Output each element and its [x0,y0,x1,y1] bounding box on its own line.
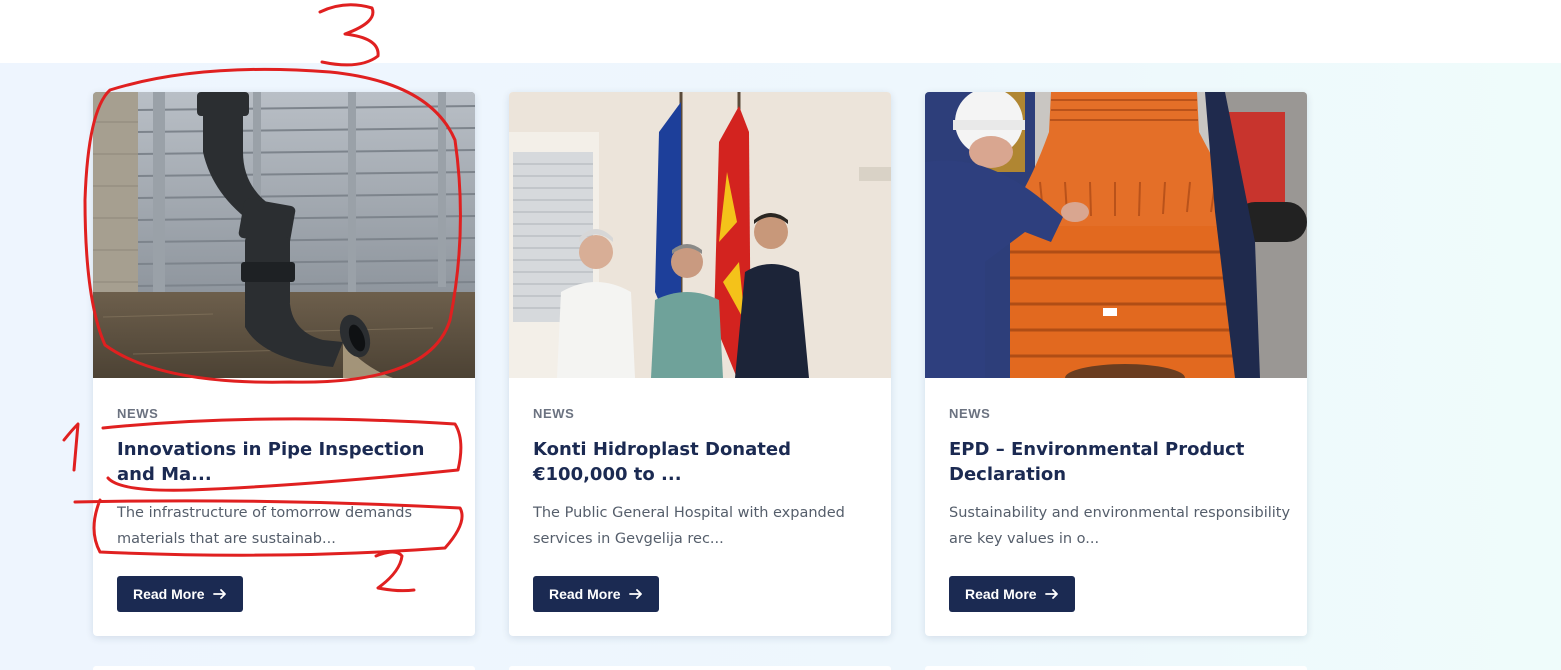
card-image-manhole[interactable] [925,92,1307,378]
card-excerpt: The Public General Hospital with expande… [533,505,845,547]
card-excerpt: Sustainability and environmental respons… [949,505,1291,547]
card-title[interactable]: EPD – Environmental Product Declaration [949,437,1289,487]
next-card-edge [93,666,475,670]
arrow-right-icon [212,587,227,601]
next-card-edge [925,666,1307,670]
read-more-button[interactable]: Read More [533,576,659,612]
card-title[interactable]: Konti Hidroplast Donated €100,000 to ... [533,437,873,487]
read-more-button[interactable]: Read More [117,576,243,612]
next-card-edge [509,666,891,670]
read-more-button[interactable]: Read More [949,576,1075,612]
card-image-pipe[interactable] [93,92,475,378]
arrow-right-icon [628,587,643,601]
card-category: NEWS [117,406,159,421]
read-more-label: Read More [133,586,205,602]
news-card[interactable]: NEWS Konti Hidroplast Donated €100,000 t… [509,92,891,636]
card-image-donation[interactable] [509,92,891,378]
news-card[interactable]: NEWS EPD – Environmental Product Declara… [925,92,1307,636]
header-area [0,0,1561,63]
news-card[interactable]: NEWS Innovations in Pipe Inspection and … [93,92,475,636]
arrow-right-icon [1044,587,1059,601]
card-title[interactable]: Innovations in Pipe Inspection and Ma... [117,437,457,487]
card-excerpt: The infrastructure of tomorrow demands m… [117,505,413,547]
card-category: NEWS [949,406,991,421]
card-category: NEWS [533,406,575,421]
read-more-label: Read More [965,586,1037,602]
read-more-label: Read More [549,586,621,602]
